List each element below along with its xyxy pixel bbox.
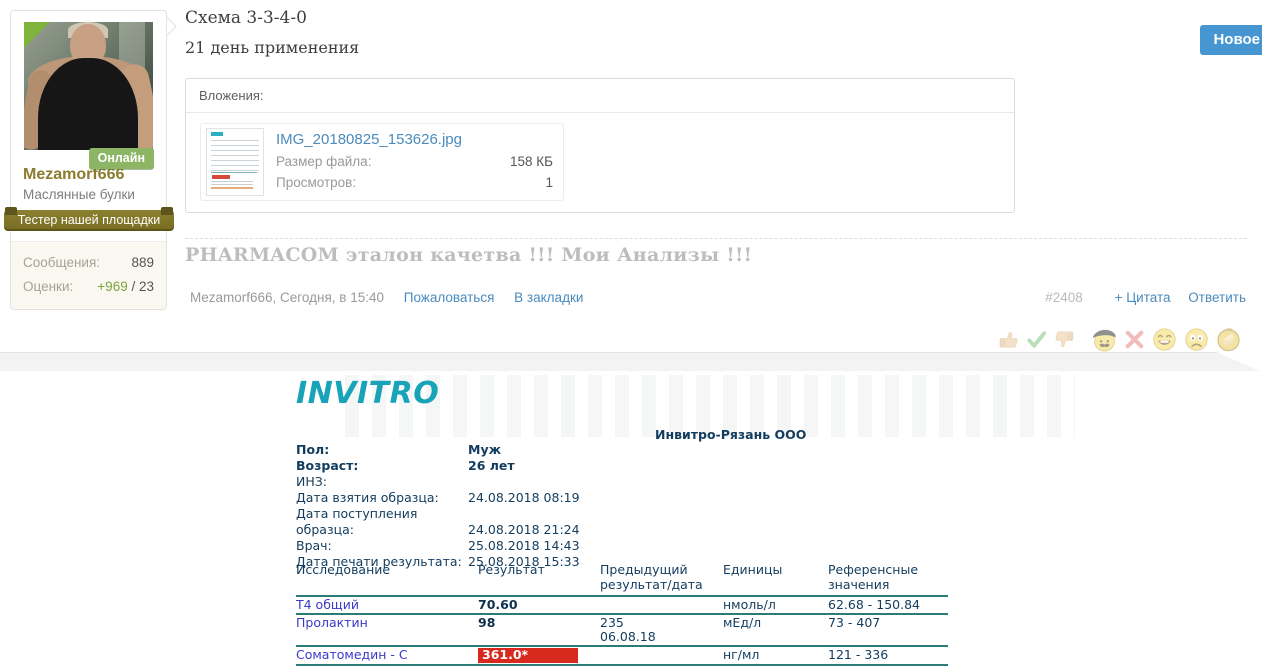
avatar-corner-ribbon-icon: [24, 22, 50, 48]
lab-branch-name: Инвитро-Рязань ООО: [655, 427, 806, 442]
post-separator: [185, 238, 1247, 239]
table-header-row: Исследование Результат Предыдущий резуль…: [296, 562, 948, 597]
avatar[interactable]: Онлайн: [24, 22, 153, 150]
reaction-bar: [997, 326, 1242, 353]
user-custom-title: Маслянные булки: [23, 187, 154, 202]
messages-stat: Сообщения: 889: [23, 251, 154, 275]
info-row: Дата поступления образца:24.08.2018 21:2…: [296, 506, 580, 538]
quote-link[interactable]: + Цитата: [1115, 290, 1171, 305]
attachments-box: Вложения: IMG_20180825_153626.jpg Размер…: [185, 78, 1015, 213]
attachment-info: IMG_20180825_153626.jpg Размер файла: 15…: [272, 124, 563, 200]
lab-report-image[interactable]: INVITRO Инвитро-Рязань ООО Пол:Муж Возра…: [0, 371, 1262, 660]
new-posts-button[interactable]: Новое: [1200, 25, 1262, 55]
results-table: Исследование Результат Предыдущий резуль…: [296, 562, 948, 666]
size-value: 158 КБ: [510, 152, 553, 173]
info-row: Пол:Муж: [296, 442, 580, 458]
table-row: Т4 общий 70.60 нмоль/л 62.68 - 150.84: [296, 597, 948, 615]
invitro-logo: INVITRO: [296, 376, 439, 411]
report-link[interactable]: Пожаловаться: [404, 290, 495, 305]
user-stats: Сообщения: 889 Оценки: +969 / 23: [11, 241, 166, 309]
messages-label: Сообщения:: [23, 251, 100, 275]
views-label: Просмотров:: [276, 173, 356, 194]
online-status-badge: Онлайн: [89, 148, 154, 169]
thumbs-up-icon[interactable]: [997, 328, 1020, 351]
bookmark-link[interactable]: В закладки: [514, 290, 583, 305]
member-card: Онлайн Mezamorf666 Маслянные булки Тесте…: [10, 10, 167, 310]
ratings-positive: +969: [97, 279, 127, 294]
clap-medal-icon[interactable]: [1215, 326, 1242, 353]
check-icon[interactable]: [1025, 328, 1048, 351]
red-x-icon[interactable]: [1123, 328, 1146, 351]
info-row: Возраст:26 лет: [296, 458, 580, 474]
views-value: 1: [545, 173, 553, 194]
attachment-filename-link[interactable]: IMG_20180825_153626.jpg: [276, 131, 553, 148]
post-signature-heading: PHARMACOM эталон качетва !!! Мои Анализы…: [185, 244, 752, 266]
ratings-value[interactable]: +969 / 23: [97, 275, 154, 299]
ratings-total: / 23: [128, 279, 154, 294]
post-number[interactable]: #2408: [1045, 290, 1083, 305]
attachments-header: Вложения:: [186, 79, 1014, 113]
info-row: Дата взятия образца:24.08.2018 08:19: [296, 490, 580, 506]
patient-info: Пол:Муж Возраст:26 лет ИНЗ: Дата взятия …: [296, 442, 580, 570]
post-meta-left: Mezamorf666, Сегодня, в 15:40 Пожаловать…: [190, 290, 583, 305]
table-row: Соматомедин - С 361.0* нг/мл 121 - 336: [296, 647, 948, 666]
sad-smiley-icon[interactable]: [1183, 326, 1210, 353]
author-and-date: Mezamorf666, Сегодня, в 15:40: [190, 290, 384, 305]
user-role-ribbon: Тестер нашей площадки: [4, 210, 174, 231]
ratings-label: Оценки:: [23, 275, 73, 299]
messages-value[interactable]: 889: [131, 251, 154, 275]
post-title-line2: 21 день применения: [185, 38, 359, 57]
beret-smiley-icon[interactable]: [1091, 326, 1118, 353]
table-row: Пролактин 98 235 06.08.18 мЕд/л 73 - 407: [296, 615, 948, 647]
section-divider-band: [0, 352, 1262, 371]
out-of-range-result: 361.0*: [478, 648, 578, 663]
attachment-thumbnail[interactable]: [206, 128, 264, 196]
post-meta-right: #2408 + Цитата Ответить: [1045, 290, 1246, 305]
attachment-item[interactable]: IMG_20180825_153626.jpg Размер файла: 15…: [200, 123, 564, 201]
reply-link[interactable]: Ответить: [1188, 290, 1246, 305]
size-label: Размер файла:: [276, 152, 371, 173]
forum-post-page: Онлайн Mezamorf666 Маслянные булки Тесте…: [0, 0, 1262, 660]
attachment-size-row: Размер файла: 158 КБ: [276, 152, 553, 173]
grin-smiley-icon[interactable]: [1151, 326, 1178, 353]
info-row: ИНЗ:: [296, 474, 580, 490]
avatar-photo[interactable]: [24, 22, 153, 150]
ratings-stat: Оценки: +969 / 23: [23, 275, 154, 299]
thumbs-down-icon[interactable]: [1053, 328, 1076, 351]
post-title-line1: Схема 3-3-4-0: [185, 8, 307, 28]
info-row: Врач:25.08.2018 14:43: [296, 538, 580, 554]
attachment-views-row: Просмотров: 1: [276, 173, 553, 194]
